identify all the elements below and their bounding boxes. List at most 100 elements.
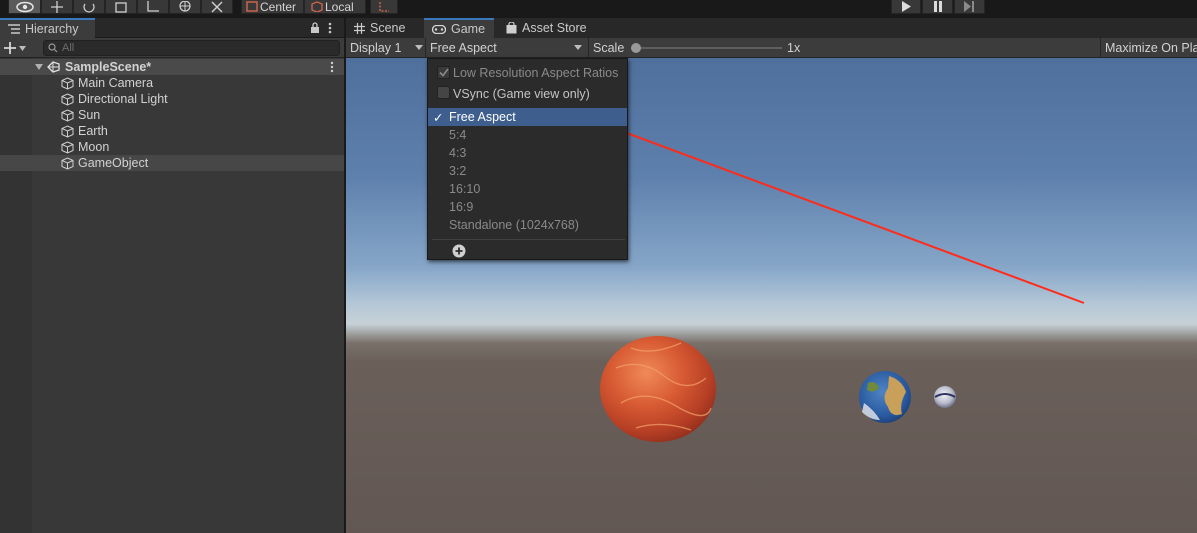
aspect-option[interactable]: 4:3 — [428, 144, 627, 162]
chevron-down-icon — [19, 45, 26, 51]
gamepad-icon — [432, 24, 446, 34]
aspect-option[interactable]: 5:4 — [428, 126, 627, 144]
expand-arrow-icon[interactable] — [35, 64, 43, 70]
vsync-toggle[interactable]: VSync (Game view only) — [428, 85, 627, 103]
aspect-option[interactable]: Standalone (1024x768) — [428, 216, 627, 234]
hierarchy-item[interactable]: Main Camera — [0, 75, 344, 91]
gameobject-cube-icon — [61, 77, 74, 90]
tab-asset-store[interactable]: Asset Store — [498, 18, 598, 38]
hierarchy-item-label: Sun — [78, 108, 101, 122]
display-dropdown[interactable]: Display 1 — [350, 38, 426, 58]
low-resolution-label: Low Resolution Aspect Ratios — [453, 66, 619, 80]
move-icon — [51, 0, 63, 13]
maximize-label: Maximize On Pla — [1105, 41, 1197, 55]
tab-scene[interactable]: Scene — [346, 18, 422, 38]
scale-tool-button[interactable] — [105, 0, 137, 14]
aspect-option-label: Free Aspect — [449, 110, 516, 124]
hierarchy-search-field[interactable] — [43, 40, 340, 56]
tab-game[interactable]: Game — [424, 18, 494, 38]
more-options-icon[interactable] — [328, 22, 332, 34]
tab-hierarchy[interactable]: Hierarchy — [0, 18, 95, 38]
hierarchy-item[interactable]: Moon — [0, 139, 344, 155]
hierarchy-item[interactable]: Directional Light — [0, 91, 344, 107]
hierarchy-item-label: Directional Light — [78, 92, 168, 106]
low-resolution-toggle[interactable]: Low Resolution Aspect Ratios — [428, 64, 627, 82]
pause-icon — [933, 1, 942, 12]
unity-scene-icon — [47, 61, 60, 73]
play-button[interactable] — [891, 0, 921, 14]
scene-row[interactable]: SampleScene* — [0, 59, 344, 75]
chevron-down-icon — [415, 45, 423, 50]
pivot-center-icon — [246, 1, 258, 12]
tab-game-label: Game — [451, 22, 486, 36]
vsync-label: VSync (Game view only) — [453, 87, 590, 101]
aspect-option[interactable]: 16:10 — [428, 180, 627, 198]
step-button[interactable] — [954, 0, 985, 14]
checkbox[interactable] — [437, 86, 450, 99]
tab-asset-store-label: Asset Store — [522, 21, 587, 35]
aspect-menu: Low Resolution Aspect Ratios VSync (Game… — [427, 58, 628, 260]
main-toolbar: Center Local — [0, 0, 1197, 14]
view-tool-button[interactable] — [8, 0, 41, 14]
toolbar-separator — [1100, 38, 1101, 58]
rect-tool-button[interactable] — [137, 0, 169, 14]
rotate-tool-button[interactable] — [73, 0, 105, 14]
aspect-option-label: 5:4 — [449, 128, 467, 142]
hierarchy-item[interactable]: Sun — [0, 107, 344, 123]
aspect-option-label: 16:10 — [449, 182, 481, 196]
tab-hierarchy-label: Hierarchy — [25, 22, 79, 36]
eye-icon — [15, 1, 34, 12]
add-aspect-icon[interactable] — [452, 244, 466, 258]
hierarchy-item-label: Main Camera — [78, 76, 154, 90]
custom-tool-button[interactable] — [201, 0, 233, 14]
move-tool-button[interactable] — [41, 0, 73, 14]
maximize-on-play-toggle[interactable]: Maximize On Pla — [1105, 38, 1197, 58]
plus-icon — [4, 42, 16, 54]
annotation-arrow — [588, 118, 1085, 304]
checkmark-icon: ✓ — [433, 110, 444, 125]
scale-icon — [115, 1, 127, 13]
tab-scene-label: Scene — [370, 21, 406, 35]
rect-tool-icon — [147, 0, 159, 12]
chevron-down-icon — [574, 45, 582, 50]
toolbar-separator — [588, 38, 589, 58]
scale-slider-handle[interactable] — [631, 43, 641, 53]
lock-icon[interactable] — [310, 22, 320, 34]
pivot-local-button[interactable]: Local — [304, 0, 366, 14]
display-value: Display 1 — [350, 41, 402, 55]
aspect-value: Free Aspect — [430, 41, 497, 55]
step-icon — [964, 1, 974, 12]
aspect-option-label: 3:2 — [449, 164, 467, 178]
scale-slider-track[interactable] — [636, 47, 782, 49]
gameobject-cube-icon — [61, 141, 74, 154]
list-icon — [8, 24, 20, 34]
create-button[interactable] — [4, 40, 34, 56]
hierarchy-item[interactable]: GameObject — [0, 155, 344, 171]
transform-tool-button[interactable] — [169, 0, 201, 14]
gameobject-cube-icon — [61, 157, 74, 170]
aspect-dropdown[interactable]: Free Aspect — [430, 38, 586, 58]
aspect-option[interactable]: 16:9 — [428, 198, 627, 216]
gameobject-cube-icon — [61, 125, 74, 138]
aspect-option-label: 16:9 — [449, 200, 474, 214]
center-label: Center — [260, 0, 297, 14]
pivot-center-button[interactable]: Center — [241, 0, 304, 14]
search-input[interactable] — [62, 41, 332, 55]
menu-divider — [432, 239, 625, 240]
transform-icon — [179, 0, 191, 12]
aspect-option[interactable]: 3:2 — [428, 162, 627, 180]
gameobject-cube-icon — [61, 109, 74, 122]
aspect-option[interactable]: ✓ Free Aspect — [428, 108, 627, 126]
search-icon — [48, 43, 58, 53]
hierarchy-item[interactable]: Earth — [0, 123, 344, 139]
hierarchy-item-label: Moon — [78, 140, 110, 154]
scene-options-icon[interactable] — [330, 61, 334, 73]
hierarchy-item-label: GameObject — [78, 156, 149, 170]
pause-button[interactable] — [922, 0, 953, 14]
snap-toggle-button[interactable] — [370, 0, 398, 14]
grid-icon — [354, 22, 365, 34]
play-icon — [902, 1, 911, 12]
grid-snap-icon — [379, 2, 389, 12]
check-icon — [439, 68, 449, 77]
aspect-option-label: 4:3 — [449, 146, 467, 160]
